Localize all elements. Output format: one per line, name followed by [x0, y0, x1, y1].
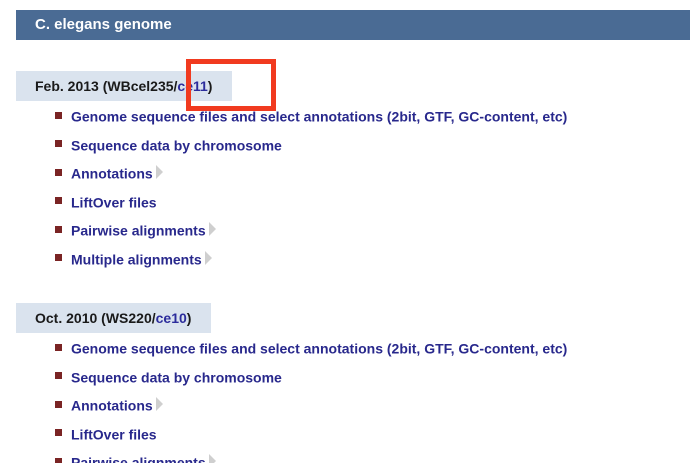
list-item: Annotations [55, 395, 567, 424]
sequence-by-chromosome-link[interactable]: Sequence data by chromosome [71, 369, 282, 385]
bullet-icon [55, 457, 62, 463]
annotations-link[interactable]: Annotations [71, 165, 153, 181]
assembly-link-ce10[interactable]: ce10 [156, 310, 187, 326]
genome-sequence-files-link[interactable]: Genome sequence files and select annotat… [71, 340, 567, 356]
assembly-name-suffix: ) [207, 78, 213, 94]
list-item: LiftOver files [55, 192, 567, 221]
list-item: Sequence data by chromosome [55, 135, 567, 164]
list-item: Genome sequence files and select annotat… [55, 106, 567, 135]
bullet-icon [55, 343, 62, 351]
expand-arrow-icon[interactable] [155, 397, 163, 412]
assembly-name-suffix: ) [186, 310, 192, 326]
list-item: Sequence data by chromosome [55, 367, 567, 396]
sequence-by-chromosome-link[interactable]: Sequence data by chromosome [71, 137, 282, 153]
assembly-name: Oct. 2010 (WS220/ [35, 310, 156, 326]
expand-arrow-icon[interactable] [208, 222, 216, 237]
genome-section-title: C. elegans genome [35, 16, 172, 33]
genome-section-banner: C. elegans genome [16, 10, 690, 40]
list-item: Pairwise alignments [55, 220, 567, 249]
bullet-icon [55, 197, 62, 205]
genome-sequence-files-link[interactable]: Genome sequence files and select annotat… [71, 108, 567, 124]
liftover-files-link[interactable]: LiftOver files [71, 426, 157, 442]
assembly-name: Feb. 2013 (WBcel235/ [35, 78, 178, 94]
bullet-icon [55, 400, 62, 408]
liftover-files-link[interactable]: LiftOver files [71, 194, 157, 210]
resource-list-ce11: Genome sequence files and select annotat… [55, 106, 567, 277]
bullet-icon [55, 111, 62, 119]
list-item: Multiple alignments [55, 249, 567, 278]
expand-arrow-icon[interactable] [208, 454, 216, 463]
page: C. elegans genome Feb. 2013 (WBcel235/ce… [0, 0, 690, 463]
assembly-header-ce11: Feb. 2013 (WBcel235/ce11) [16, 71, 233, 101]
pairwise-alignments-link[interactable]: Pairwise alignments [71, 222, 206, 238]
list-item: LiftOver files [55, 424, 567, 453]
bullet-icon [55, 429, 62, 437]
pairwise-alignments-link[interactable]: Pairwise alignments [71, 454, 206, 463]
assembly-link-ce11[interactable]: ce11 [177, 78, 207, 94]
bullet-icon [55, 225, 62, 233]
list-item: Genome sequence files and select annotat… [55, 338, 567, 367]
expand-arrow-icon[interactable] [155, 165, 163, 180]
list-item: Annotations [55, 163, 567, 192]
resource-list-ce10: Genome sequence files and select annotat… [55, 338, 567, 463]
expand-arrow-icon[interactable] [204, 250, 212, 265]
bullet-icon [55, 168, 62, 176]
assembly-header-ce10: Oct. 2010 (WS220/ce10) [16, 303, 212, 333]
list-item: Pairwise alignments [55, 452, 567, 463]
bullet-icon [55, 140, 62, 148]
bullet-icon [55, 372, 62, 380]
annotations-link[interactable]: Annotations [71, 397, 153, 413]
multiple-alignments-link[interactable]: Multiple alignments [71, 251, 202, 267]
bullet-icon [55, 254, 62, 262]
